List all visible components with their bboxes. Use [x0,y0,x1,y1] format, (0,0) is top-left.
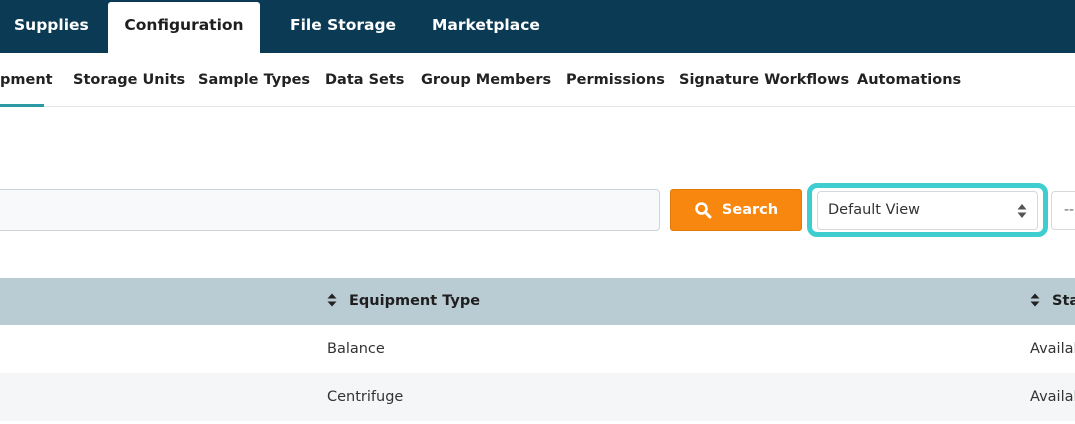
sub-tab-signature-workflows[interactable]: Signature Workflows [679,53,849,107]
sub-tab-sample-types[interactable]: Sample Types [198,53,310,107]
cell-status: Availal [1030,389,1075,405]
sort-icon [1030,293,1040,307]
top-tab-file-storage[interactable]: File Storage [290,0,396,53]
search-button-label: Search [721,202,779,218]
column-header-label: Equipment Type [349,293,481,309]
sub-navigation-bar: pment Storage Units Sample Types Data Se… [0,53,1075,107]
search-input[interactable] [0,189,660,231]
top-navigation-bar: Supplies Configuration File Storage Mark… [0,0,1075,53]
sort-arrows-icon [1017,204,1027,218]
sort-icon [327,293,337,307]
cell-status: Availal [1030,341,1075,357]
search-button[interactable]: Search [670,189,802,231]
sub-tab-group-members[interactable]: Group Members [421,53,551,107]
column-header-label: Sta [1052,293,1075,309]
top-tab-supplies[interactable]: Supplies [14,0,89,53]
sub-tab-data-sets[interactable]: Data Sets [325,53,404,107]
cell-equipment-type: Centrifuge [327,389,404,405]
top-tab-marketplace[interactable]: Marketplace [432,0,540,53]
sub-tab-permissions[interactable]: Permissions [566,53,665,107]
column-header-equipment-type[interactable]: Equipment Type [327,278,480,325]
view-select[interactable]: Default View [817,191,1038,230]
search-icon [695,202,712,219]
column-header-status[interactable]: Sta [1030,278,1075,325]
top-tab-configuration[interactable]: Configuration [108,2,260,53]
table-header: Equipment Type Sta [0,278,1075,325]
sub-tab-equipment[interactable]: pment [0,53,53,107]
secondary-select[interactable]: -- [1051,191,1075,230]
table-row[interactable]: Balance Availal [0,325,1075,373]
table-row[interactable]: Centrifuge Availal [0,373,1075,421]
sub-tab-storage-units[interactable]: Storage Units [73,53,185,107]
secondary-select-value: -- [1064,202,1075,218]
cell-equipment-type: Balance [327,341,385,357]
view-select-value: Default View [828,202,920,218]
sub-tab-automations[interactable]: Automations [857,53,961,107]
